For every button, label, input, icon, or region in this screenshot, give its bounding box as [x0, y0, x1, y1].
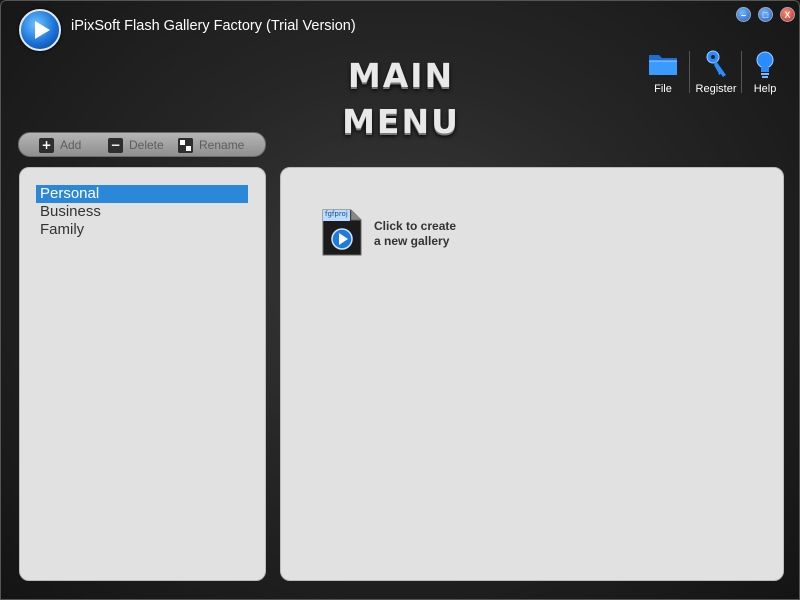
create-gallery-button[interactable]: fgfproj Click to create a new gallery [322, 209, 482, 257]
create-gallery-line2: a new gallery [374, 234, 450, 248]
file-button[interactable]: File [645, 49, 681, 95]
create-gallery-text: Click to create a new gallery [374, 219, 484, 249]
gallery-panel: fgfproj Click to create a new gallery [280, 167, 784, 581]
register-button[interactable]: Register [693, 49, 739, 95]
category-item-personal[interactable]: Personal [36, 185, 248, 203]
toolbar-divider [689, 51, 690, 93]
category-item-family[interactable]: Family [36, 221, 248, 239]
file-label: File [654, 83, 672, 95]
plus-icon: + [39, 137, 54, 153]
create-gallery-line1: Click to create [374, 219, 457, 233]
minimize-button[interactable]: – [736, 7, 751, 22]
add-button[interactable]: + Add [39, 136, 81, 154]
rename-icon [178, 137, 193, 153]
lightbulb-icon [749, 49, 781, 79]
page-title: MAIN MENU [342, 56, 460, 141]
rename-label: Rename [199, 138, 245, 152]
help-label: Help [753, 83, 777, 95]
maximize-button[interactable]: □ [758, 7, 773, 22]
add-label: Add [60, 138, 82, 152]
minus-icon: − [108, 137, 123, 153]
help-button[interactable]: Help [748, 49, 782, 95]
window-title: iPixSoft Flash Gallery Factory (Trial Ve… [71, 18, 356, 34]
file-type-tag: fgfproj [325, 210, 348, 218]
rename-button[interactable]: Rename [178, 136, 244, 154]
toolbar-divider [741, 51, 742, 93]
app-window: iPixSoft Flash Gallery Factory (Trial Ve… [0, 0, 800, 600]
delete-label: Delete [129, 138, 164, 152]
gallery-project-file-icon: fgfproj [322, 209, 362, 256]
register-label: Register [695, 83, 737, 95]
folder-icon [647, 49, 679, 79]
key-icon [700, 49, 732, 79]
category-item-business[interactable]: Business [36, 203, 248, 221]
close-button[interactable]: X [780, 7, 795, 22]
delete-button[interactable]: − Delete [108, 136, 164, 154]
category-list: Personal Business Family [19, 167, 266, 581]
app-logo-icon [19, 9, 61, 51]
action-bar: + Add − Delete Rename [18, 132, 266, 157]
